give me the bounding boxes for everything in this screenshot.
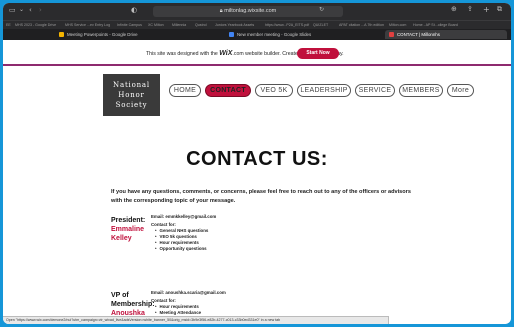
privacy-shield-icon[interactable]: ◐ (131, 7, 137, 14)
bookmark-item[interactable]: Millennia (172, 22, 186, 29)
tab-meeting-powerpoints[interactable]: Meeting Powerpoints - Google Drive (55, 30, 195, 39)
google-slides-icon (229, 32, 234, 37)
tab-label: New member meeting - Google Slides (237, 32, 312, 37)
share-icon[interactable]: ⇪ (467, 6, 473, 13)
bookmark-item[interactable]: APAT citation ...A 7th edition (339, 22, 384, 29)
contact-email[interactable]: Email: emmkkelley@gmail.com (151, 214, 216, 219)
nav-home[interactable]: HOME (169, 84, 201, 97)
contact-for-label: Contact for: (151, 298, 176, 303)
banner-text-before: This site was designed with the (146, 51, 220, 57)
sidebar-toggle-icon[interactable]: ▭ (9, 7, 16, 14)
site-content: National Honor Society HOME CONTACT VEO … (3, 66, 511, 324)
chevron-down-icon[interactable]: ⌄ (19, 7, 24, 13)
contact-topics: Hour requirements Meeting Attendance (155, 304, 202, 316)
wix-logo: WiX (219, 50, 233, 57)
bookmark-item[interactable]: Home - AP St...ollege Board (413, 22, 458, 29)
bookmark-item[interactable]: EE (6, 22, 11, 29)
bookmark-item[interactable]: Infinite Campus (117, 22, 142, 29)
logo-line: Society (115, 101, 148, 109)
bookmark-item[interactable]: MHS Service ...ev Entry Log (65, 22, 110, 29)
nav-service[interactable]: SERVICE (355, 84, 395, 97)
download-icon[interactable]: ⊕ (451, 6, 457, 13)
nav-veo-5k[interactable]: VEO 5K (255, 84, 293, 97)
contact-name: Emmaline Kelley (111, 226, 145, 242)
status-bar: Open "https://www.wix.com/demone2/nui?ut… (3, 316, 389, 324)
nhs-logo[interactable]: National Honor Society (103, 74, 160, 116)
tab-overview-icon[interactable]: ⧉ (497, 6, 502, 13)
contact-role: President: (111, 217, 146, 224)
bookmark-item[interactable]: Qustrol (195, 22, 207, 29)
bookmark-item[interactable]: https://www...P2A_EITS.pdf (265, 22, 309, 29)
intro-text: If you have any questions, comments, or … (111, 189, 411, 204)
contact-topics: General NHS questions VEO 5k questions H… (155, 228, 209, 252)
new-tab-icon[interactable]: + (483, 6, 490, 14)
tab-label: Meeting Powerpoints - Google Drive (67, 32, 138, 37)
tab-contact[interactable]: CONTACT | Millonnhs (385, 30, 507, 39)
address-bar[interactable]: 🔒︎ miltonlag.wixsite.com (153, 6, 343, 17)
bookmarks-bar: EE MHS 2023 - Google Drive MHS Service .… (3, 20, 511, 29)
logo-line: National (113, 81, 150, 89)
contact-for-label: Contact for: (151, 222, 176, 227)
nav-members[interactable]: MEMBERS (399, 84, 443, 97)
back-icon[interactable]: ‹ (29, 7, 32, 14)
site-favicon-icon (389, 32, 394, 37)
nav-leadership[interactable]: LEADERSHIP (297, 84, 351, 97)
tab-new-member-meeting[interactable]: New member meeting - Google Slides (225, 30, 365, 39)
tab-strip: Meeting Powerpoints - Google Drive New m… (3, 29, 511, 40)
address-bar-text: miltonlag.wixsite.com (224, 8, 277, 14)
contact-email[interactable]: Email: anoushka.scaria@gmail.com (151, 290, 226, 295)
nav-more[interactable]: More (447, 84, 474, 97)
page-title: CONTACT US: (186, 148, 328, 170)
bookmark-item[interactable]: QUIZLET (313, 22, 328, 29)
bookmark-item[interactable]: Juniors Yearbook Assets (215, 22, 254, 29)
bookmark-item[interactable]: XC Milton (148, 22, 164, 29)
contact-role: VP of Membership: (111, 292, 155, 308)
start-now-button[interactable]: Start Now (297, 48, 339, 59)
tab-label: CONTACT | Millonnhs (397, 32, 440, 37)
logo-line: Honor (118, 91, 145, 99)
list-item: Opportunity questions (155, 246, 208, 252)
reload-icon[interactable]: ↻ (319, 7, 324, 13)
nav-contact[interactable]: CONTACT (205, 84, 251, 97)
wix-banner: This site was designed with the WiX.com … (3, 40, 511, 66)
browser-window: ▭ ⌄ ‹ › ◐ 🔒︎ miltonlag.wixsite.com ↻ ⊕ ⇪… (3, 3, 511, 324)
bookmark-item[interactable]: Milton.com (389, 22, 406, 29)
google-drive-icon (59, 32, 64, 37)
browser-toolbar: ▭ ⌄ ‹ › ◐ 🔒︎ miltonlag.wixsite.com ↻ ⊕ ⇪… (3, 3, 511, 20)
forward-icon[interactable]: › (39, 7, 42, 14)
bookmark-item[interactable]: MHS 2023 - Google Drive (15, 22, 56, 29)
